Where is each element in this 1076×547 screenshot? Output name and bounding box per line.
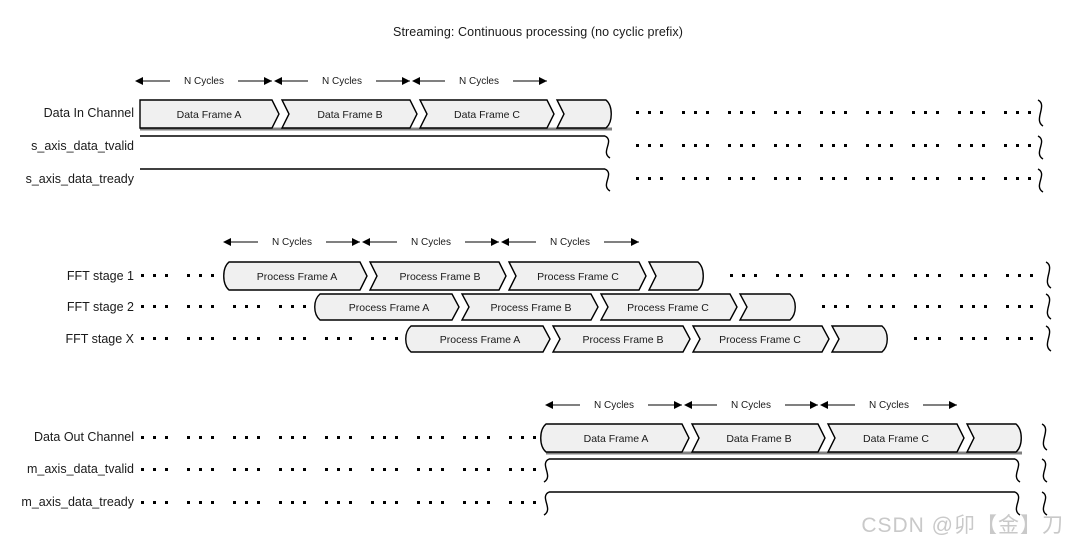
frame-label: Process Frame C bbox=[719, 334, 801, 346]
n-cycles-label: N Cycles bbox=[411, 237, 451, 248]
frame-label: Process Frame B bbox=[490, 302, 571, 314]
dots-fft-stage-2-leading bbox=[141, 305, 306, 308]
dots-fft-stage-1-leading bbox=[141, 274, 214, 277]
waveform-data-in-channel: Data Frame A Data Frame B Data Frame C bbox=[139, 99, 612, 131]
n-cycles-marker-fft-3: N Cycles bbox=[501, 235, 639, 249]
waveform-fft-stage-2: Process Frame A Process Frame B Process … bbox=[314, 293, 796, 321]
frame-label: Data Frame C bbox=[454, 109, 520, 121]
n-cycles-label: N Cycles bbox=[272, 237, 312, 248]
frame-label: Process Frame C bbox=[537, 271, 619, 283]
frame-label: Process Frame B bbox=[582, 334, 663, 346]
dots-data-out-leading bbox=[141, 436, 536, 439]
n-cycles-marker-in-1: N Cycles bbox=[135, 74, 272, 88]
frame-label: Data Frame B bbox=[726, 433, 791, 445]
watermark: CSDN @卯【金】刀 bbox=[861, 514, 1064, 537]
squiggle-right-fft bbox=[1045, 261, 1052, 352]
squiggle-right-output bbox=[1041, 423, 1048, 516]
dots-continuation-input bbox=[636, 111, 1031, 180]
frame-label: Data Frame C bbox=[863, 433, 929, 445]
frame-label: Process Frame A bbox=[257, 271, 338, 283]
dots-fft-stage-2-trailing bbox=[822, 305, 1033, 308]
waveform-s-axis-data-tvalid bbox=[140, 135, 611, 159]
n-cycles-label: N Cycles bbox=[550, 237, 590, 248]
n-cycles-marker-fft-2: N Cycles bbox=[362, 235, 499, 249]
waveform-m-axis-data-tvalid bbox=[543, 458, 1021, 483]
dots-leading-output bbox=[141, 436, 536, 504]
timing-diagram-canvas: Streaming: Continuous processing (no cyc… bbox=[0, 0, 1076, 547]
n-cycles-label: N Cycles bbox=[594, 400, 634, 411]
dots-row-data-in bbox=[636, 111, 1031, 114]
waveform-data-out-channel: Data Frame A Data Frame B Data Frame C bbox=[540, 423, 1022, 455]
dots-m-tvalid-leading bbox=[141, 468, 536, 471]
dots-fft-stage-x-trailing bbox=[914, 337, 1033, 340]
n-cycles-label: N Cycles bbox=[184, 76, 224, 87]
n-cycles-label: N Cycles bbox=[459, 76, 499, 87]
waveform-fft-stage-1: Process Frame A Process Frame B Process … bbox=[223, 261, 704, 291]
squiggle-right-input bbox=[1037, 99, 1044, 193]
dots-m-tready-leading bbox=[141, 501, 536, 504]
n-cycles-marker-out-2: N Cycles bbox=[684, 398, 818, 412]
frame-label: Process Frame A bbox=[349, 302, 430, 314]
n-cycles-marker-fft-1: N Cycles bbox=[223, 235, 360, 249]
n-cycles-marker-in-3: N Cycles bbox=[412, 74, 547, 88]
n-cycles-marker-out-3: N Cycles bbox=[820, 398, 957, 412]
frame-label: Process Frame C bbox=[627, 302, 709, 314]
dots-row-tready bbox=[636, 177, 1031, 180]
waveform-s-axis-data-tready bbox=[140, 168, 611, 192]
frame-label: Data Frame A bbox=[584, 433, 649, 445]
waveform-svg: N Cycles N Cycles N Cycles Data Frame A … bbox=[135, 74, 1052, 516]
frame-label: Process Frame A bbox=[440, 334, 521, 346]
n-cycles-marker-in-2: N Cycles bbox=[274, 74, 410, 88]
n-cycles-label: N Cycles bbox=[322, 76, 362, 87]
frame-label: Data Frame B bbox=[317, 109, 382, 121]
waveform-fft-stage-x: Process Frame A Process Frame B Process … bbox=[405, 325, 888, 353]
dots-fft-stage-x-leading bbox=[141, 337, 398, 340]
n-cycles-label: N Cycles bbox=[869, 400, 909, 411]
dots-fft-stage-1-trailing bbox=[730, 274, 1033, 277]
frame-label: Data Frame A bbox=[177, 109, 242, 121]
frame-label: Process Frame B bbox=[399, 271, 480, 283]
dots-row-tvalid bbox=[636, 144, 1031, 147]
n-cycles-marker-out-1: N Cycles bbox=[545, 398, 682, 412]
n-cycles-label: N Cycles bbox=[731, 400, 771, 411]
